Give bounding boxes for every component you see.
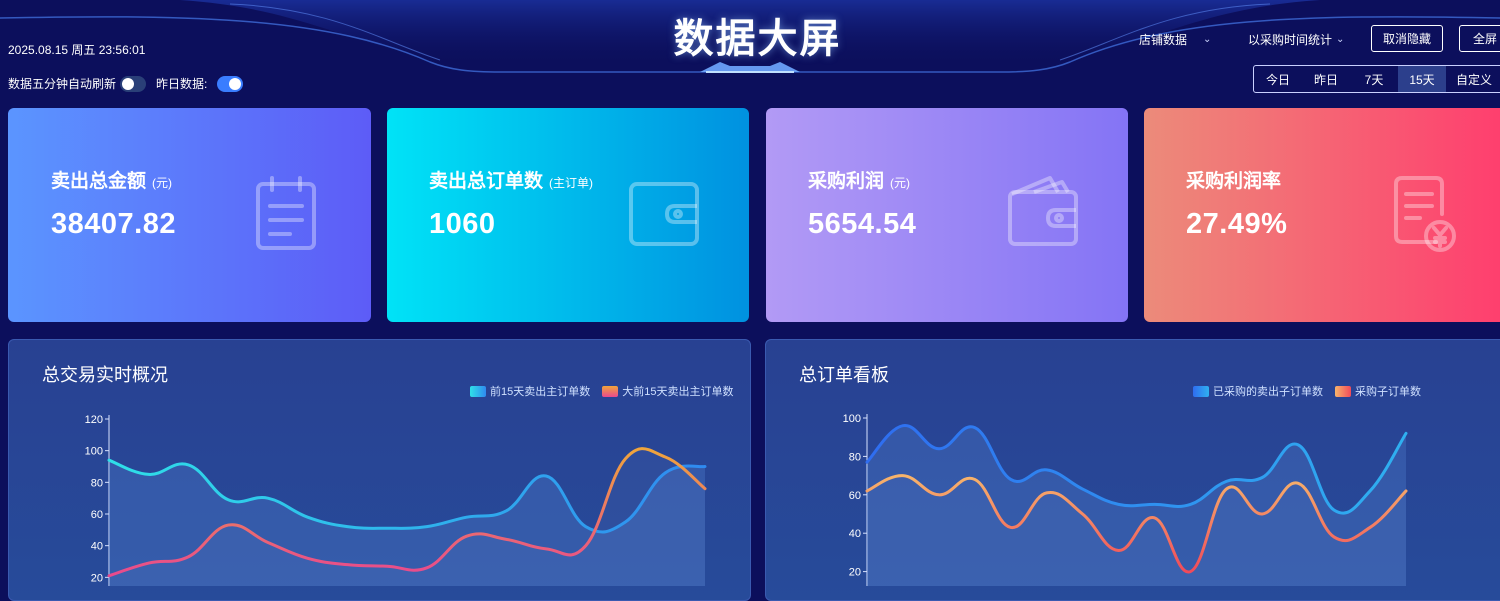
fullscreen-button[interactable]: 全屏	[1459, 25, 1500, 52]
trade-chart: 20 40 60 80 100 120	[85, 414, 707, 586]
auto-refresh-switch[interactable]	[120, 75, 147, 92]
stat-mode-label: 以采购时间统计	[1248, 33, 1333, 47]
stat-mode-dropdown[interactable]: 以采购时间统计 ⌄	[1248, 31, 1344, 48]
notepad-icon	[256, 176, 316, 250]
y-tick-label: 40	[849, 528, 861, 540]
y-tick-label: 60	[849, 490, 861, 502]
y-tick-label: 20	[91, 572, 103, 584]
card-sales-amount: 卖出总金额 (元) 38407.82	[8, 108, 371, 322]
card-purchase-profit: 采购利润 (元) 5654.54	[766, 108, 1128, 322]
cancel-hide-button[interactable]: 取消隐藏	[1371, 25, 1443, 52]
tab-today[interactable]: 今日	[1254, 66, 1302, 92]
chevron-down-icon: ⌄	[1336, 34, 1345, 45]
yesterday-label: 昨日数据:	[156, 77, 208, 91]
card-label: 采购利润率	[1186, 171, 1282, 192]
tab-custom[interactable]: 自定义	[1446, 66, 1500, 92]
card-order-count: 卖出总订单数 (主订单) 1060	[387, 108, 749, 322]
chevron-down-icon: ⌄	[1203, 34, 1212, 45]
card-label: 卖出总金额 (元)	[51, 171, 173, 192]
store-dropdown-label: 店铺数据	[1139, 33, 1188, 47]
purse-icon	[1008, 176, 1078, 246]
card-label: 卖出总订单数 (主订单)	[429, 171, 594, 192]
tab-yesterday[interactable]: 昨日	[1302, 66, 1350, 92]
yesterday-toggle-row: 昨日数据:	[156, 75, 244, 92]
date-range-tabs: 今日 昨日 7天 15天 自定义	[1253, 65, 1500, 93]
datetime-display: 2025.08.15 周五 23:56:01	[8, 43, 146, 57]
y-tick-label: 60	[91, 509, 103, 521]
wallet-icon	[629, 182, 699, 246]
panel-order-board: 总订单看板 已采购的卖出子订单数 采购子订单数 20 40 60 80 100	[765, 339, 1500, 601]
tab-15days[interactable]: 15天	[1398, 66, 1446, 92]
y-tick-label: 80	[849, 451, 861, 463]
store-dropdown[interactable]: 店铺数据 ⌄	[1139, 31, 1211, 48]
panel-trade-overview: 总交易实时概况 前15天卖出主订单数 大前15天卖出主订单数 20 40 60 80 1…	[8, 339, 751, 601]
card-value: 5654.54	[808, 208, 917, 240]
header: 数据大屏 2025.08.15 周五 23:56:01 数据五分钟自动刷新 昨日…	[0, 0, 1500, 100]
y-tick-label: 80	[91, 477, 103, 489]
y-tick-label: 120	[85, 414, 103, 426]
card-profit-rate: 采购利润率 27.49%	[1144, 108, 1500, 322]
auto-refresh-label: 数据五分钟自动刷新	[8, 77, 117, 91]
tab-7days[interactable]: 7天	[1350, 66, 1398, 92]
y-tick-label: 40	[91, 541, 103, 553]
y-tick-label: 100	[843, 413, 861, 425]
card-label: 采购利润 (元)	[808, 171, 911, 192]
auto-refresh-toggle-row: 数据五分钟自动刷新	[8, 75, 147, 92]
y-tick-label: 20	[849, 567, 861, 579]
order-chart: 20 40 60 80 100	[843, 413, 1408, 586]
card-value: 1060	[429, 208, 496, 240]
card-value: 27.49%	[1186, 208, 1288, 240]
invoice-yuan-icon	[1394, 176, 1456, 252]
yesterday-switch[interactable]	[217, 75, 244, 92]
card-value: 38407.82	[51, 208, 176, 240]
y-tick-label: 100	[85, 446, 103, 458]
